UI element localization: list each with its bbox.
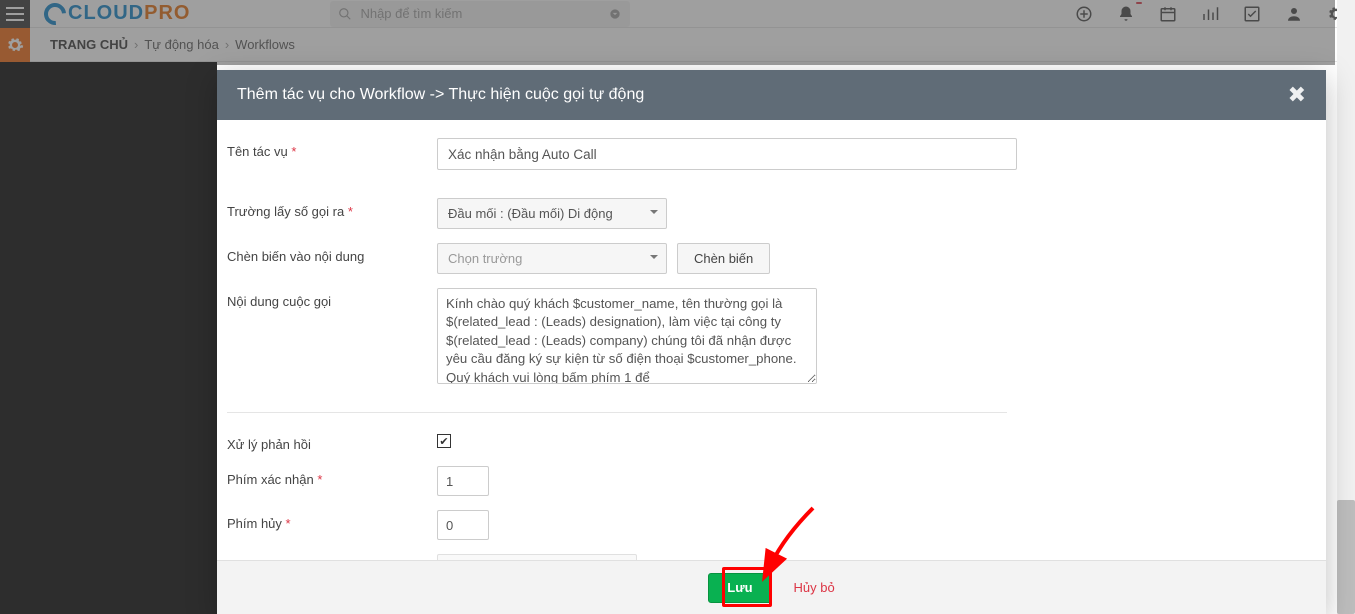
user-icon[interactable] (1285, 5, 1303, 23)
required-mark: * (291, 144, 296, 159)
required-mark: * (348, 204, 353, 219)
label-handle-response: Xử lý phản hồi (227, 437, 311, 452)
save-button[interactable]: Lưu (708, 573, 771, 603)
modal-body: Tên tác vụ * Trường lấy số gọi ra * Đầu … (217, 120, 1326, 560)
task-name-input[interactable] (437, 138, 1017, 170)
insert-var-placeholder: Chọn trường (448, 251, 522, 266)
label-call-content: Nội dung cuộc gọi (227, 294, 331, 309)
breadcrumb-home[interactable]: TRANG CHỦ (50, 37, 128, 52)
divider (227, 412, 1007, 413)
label-insert-var: Chèn biến vào nội dung (227, 249, 364, 264)
cancel-key-input[interactable] (437, 510, 489, 540)
cancel-link[interactable]: Hủy bỏ (794, 580, 835, 595)
required-mark: * (286, 516, 291, 531)
settings-tab[interactable] (0, 28, 30, 62)
page-scrollbar-thumb[interactable] (1337, 500, 1355, 614)
confirm-key-input[interactable] (437, 466, 489, 496)
checklist-icon[interactable] (1243, 5, 1261, 23)
chart-icon[interactable] (1201, 5, 1219, 23)
breadcrumb-level2[interactable]: Workflows (235, 37, 295, 52)
notification-badge (1136, 2, 1142, 4)
outgoing-field-select[interactable]: Đầu mối : (Đầu mối) Di động (437, 198, 667, 229)
chevron-down-icon[interactable] (608, 7, 622, 21)
workflow-task-modal: Thêm tác vụ cho Workflow -> Thực hiện cu… (217, 70, 1326, 614)
left-dark-panel (0, 62, 217, 614)
search-placeholder-text: Nhập để tìm kiếm (360, 6, 462, 21)
top-bar: CLOUD PRO Nhập để tìm kiếm (0, 0, 1355, 28)
hamburger-menu[interactable] (0, 0, 30, 28)
top-icon-bar (1075, 0, 1345, 28)
breadcrumb-level1[interactable]: Tự động hóa (144, 37, 218, 52)
logo-text-primary: CLOUD (68, 2, 144, 25)
modal-footer: Lưu Hủy bỏ (217, 560, 1326, 614)
label-task-name: Tên tác vụ (227, 144, 288, 159)
breadcrumb-separator: › (134, 37, 138, 52)
modal-title: Thêm tác vụ cho Workflow -> Thực hiện cu… (237, 86, 644, 104)
modal-header: Thêm tác vụ cho Workflow -> Thực hiện cu… (217, 70, 1326, 120)
close-icon[interactable]: ✖ (1288, 82, 1306, 108)
search-icon (338, 7, 352, 21)
global-search[interactable]: Nhập để tìm kiếm (330, 1, 630, 27)
logo-mark-icon (40, 0, 71, 29)
label-confirm-key: Phím xác nhận (227, 472, 314, 487)
calendar-icon[interactable] (1159, 5, 1177, 23)
required-mark: * (317, 472, 322, 487)
call-content-textarea[interactable] (437, 288, 817, 384)
logo-text-secondary: PRO (144, 2, 190, 25)
insert-var-select[interactable]: Chọn trường (437, 243, 667, 274)
outgoing-field-value: Đầu mối : (Đầu mối) Di động (448, 206, 613, 221)
breadcrumb-separator: › (225, 37, 229, 52)
add-icon[interactable] (1075, 5, 1093, 23)
insert-var-button[interactable]: Chèn biến (677, 243, 770, 274)
logo[interactable]: CLOUD PRO (44, 0, 190, 28)
handle-response-checkbox[interactable]: ✔ (437, 434, 451, 448)
breadcrumb-row: TRANG CHỦ › Tự động hóa › Workflows (0, 28, 1355, 62)
breadcrumb: TRANG CHỦ › Tự động hóa › Workflows (50, 37, 295, 52)
label-outgoing-field: Trường lấy số gọi ra (227, 204, 344, 219)
bell-icon[interactable] (1117, 5, 1135, 23)
label-cancel-key: Phím hủy (227, 516, 282, 531)
